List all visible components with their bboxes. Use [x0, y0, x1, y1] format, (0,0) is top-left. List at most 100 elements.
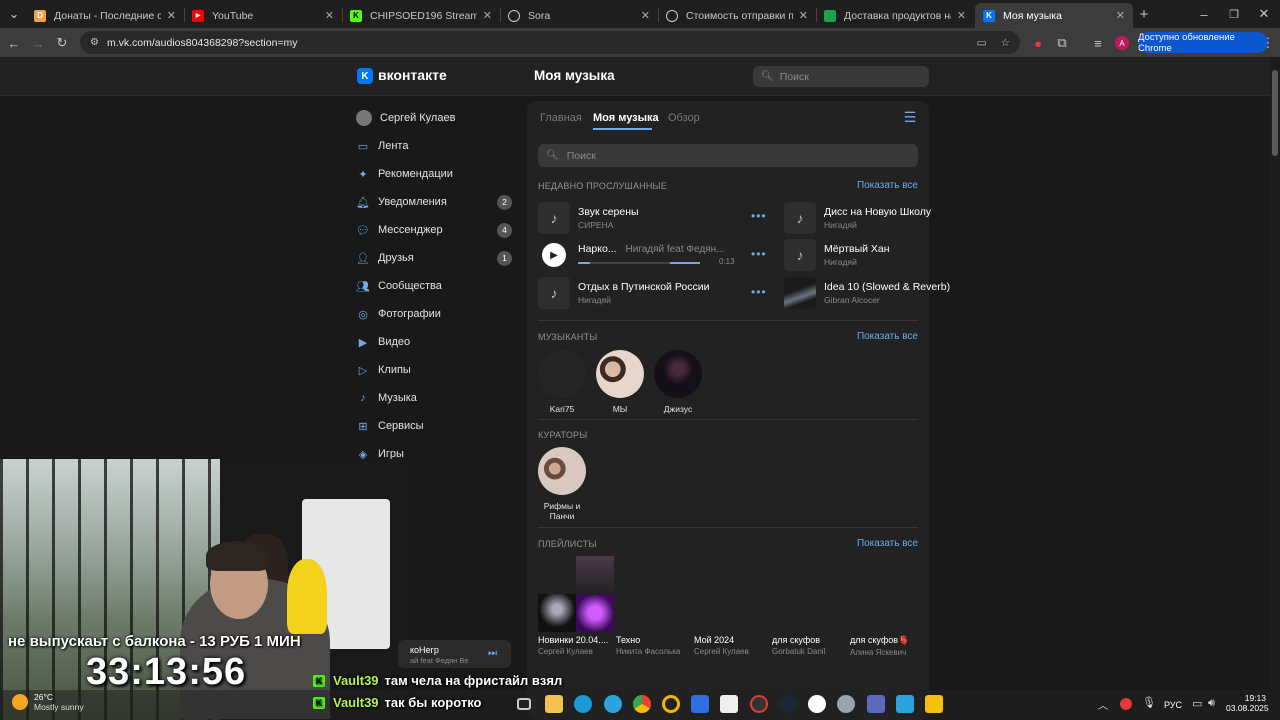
- artist-item[interactable]: МЫ: [596, 350, 644, 414]
- tab-my-music[interactable]: Моя музыка: [593, 112, 659, 124]
- browser-tab-4[interactable]: Стоимость отправки посылки ✕: [658, 3, 816, 28]
- sidebar-item-0[interactable]: ▭ Лента: [356, 135, 512, 157]
- chrome-menu-icon[interactable]: ⋮: [1260, 33, 1276, 53]
- show-all-recent-link[interactable]: Показать все: [857, 180, 918, 191]
- extension-red-icon[interactable]: ●: [1028, 33, 1048, 53]
- browser-tab-0[interactable]: D Донаты - Последние сообщен ✕: [26, 3, 184, 28]
- microphone-icon[interactable]: 🎙︎: [1142, 696, 1156, 709]
- track-row[interactable]: ♪ Отдых в Путинской России Нигадяй: [538, 276, 728, 310]
- sidebar-item-1[interactable]: ✦ Рекомендации: [356, 163, 512, 185]
- page-scrollbar-thumb[interactable]: [1272, 70, 1278, 156]
- sidebar-item-5[interactable]: 👥︎ Сообщества: [356, 275, 512, 297]
- file-explorer-icon[interactable]: [545, 695, 563, 713]
- close-tab-icon[interactable]: ✕: [799, 9, 808, 22]
- browser-tab-6[interactable]: K Моя музыка ✕: [975, 3, 1133, 28]
- charts-app-icon[interactable]: [691, 695, 709, 713]
- next-track-icon[interactable]: ⏭: [488, 648, 497, 659]
- browser-tab-5[interactable]: Доставка продуктов на дом, е ✕: [816, 3, 974, 28]
- minimize-window-icon[interactable]: –: [1194, 4, 1214, 24]
- vk-brand-name[interactable]: вконтакте: [378, 67, 447, 83]
- site-info-icon[interactable]: ⚙: [90, 37, 99, 48]
- close-tab-icon[interactable]: ✕: [325, 9, 334, 22]
- telegram-icon[interactable]: [604, 695, 622, 713]
- playlist-item[interactable]: Техно Никита Фасолька: [616, 556, 692, 656]
- chrome-update-button[interactable]: Доступно обновление Chrome: [1138, 32, 1268, 54]
- track-more-icon[interactable]: •••: [751, 247, 767, 261]
- close-tab-icon[interactable]: ✕: [167, 9, 176, 22]
- close-tab-icon[interactable]: ✕: [1116, 9, 1125, 22]
- artist-item[interactable]: Kari75: [538, 350, 586, 414]
- artist-item[interactable]: Джизус: [654, 350, 702, 414]
- playlist-item[interactable]: Новинки 20.04.... Сергей Кулаев: [538, 556, 614, 656]
- volume-icon[interactable]: 🔊︎: [1208, 697, 1215, 710]
- music-search-input[interactable]: 🔍︎ Поиск: [538, 144, 918, 167]
- bookmark-star-icon[interactable]: ☆: [1001, 37, 1010, 49]
- track-row[interactable]: ♪ Звук серены СИРЕНА: [538, 201, 728, 235]
- close-window-icon[interactable]: ✕: [1254, 4, 1274, 24]
- editor-app-icon[interactable]: [720, 695, 738, 713]
- network-icon[interactable]: ▭: [1192, 697, 1202, 710]
- sidebar-item-10[interactable]: ⊞ Сервисы: [356, 415, 512, 437]
- chrome-icon[interactable]: [633, 695, 651, 713]
- reload-icon[interactable]: ↻: [52, 33, 72, 53]
- app-yellow-icon[interactable]: [662, 695, 680, 713]
- new-tab-icon[interactable]: +: [1134, 4, 1154, 24]
- close-tab-icon[interactable]: ✕: [641, 9, 650, 22]
- weather-widget[interactable]: 26°C Mostly sunny: [12, 692, 84, 712]
- track-more-icon[interactable]: •••: [751, 285, 767, 299]
- tab-search-chevron-icon[interactable]: ⌄: [4, 4, 24, 24]
- sidebar-item-2[interactable]: 🔔︎ Уведомления 2: [356, 191, 512, 213]
- playlist-item[interactable]: для скуфов Gorbatuk Danil: [772, 556, 848, 656]
- tab-overview[interactable]: Обзор: [668, 112, 700, 124]
- show-all-artists-link[interactable]: Показать все: [857, 331, 918, 342]
- clock[interactable]: 19:13 03.08.2025: [1226, 693, 1269, 713]
- address-bar[interactable]: ⚙ m.vk.com/audios804368298?section=my ▭ …: [80, 31, 1020, 54]
- vk-logo-icon[interactable]: K: [357, 68, 373, 84]
- telegram-alt-icon[interactable]: [896, 695, 914, 713]
- close-tab-icon[interactable]: ✕: [483, 9, 492, 22]
- yandex-icon[interactable]: [808, 695, 826, 713]
- profile-avatar[interactable]: A: [1112, 33, 1132, 53]
- winamp-icon[interactable]: [925, 695, 943, 713]
- mini-player[interactable]: коНегр ай feat Федян Ве ⏭: [398, 640, 511, 668]
- cast-icon[interactable]: ▭: [977, 37, 987, 49]
- sidebar-item-8[interactable]: ▷ Клипы: [356, 359, 512, 381]
- volume-bar[interactable]: [670, 261, 700, 264]
- curator-item[interactable]: Рифмы и Панчи: [538, 447, 586, 521]
- sidebar-item-7[interactable]: ▶ Видео: [356, 331, 512, 353]
- track-row[interactable]: ♪ Мёртвый Хан Нигадяй: [784, 238, 961, 272]
- sidebar-item-4[interactable]: 👤︎ Друзья 1: [356, 247, 512, 269]
- playlist-item[interactable]: Мой 2024 Сергей Кулаев: [694, 556, 770, 656]
- track-row[interactable]: Idea 10 (Slowed & Reverb) Gibran Alcocer: [784, 276, 961, 310]
- header-search-input[interactable]: 🔍︎ Поиск: [753, 66, 929, 87]
- track-row[interactable]: ♪ Дисс на Новую Школу Нигадяй: [784, 201, 961, 235]
- sidebar-profile[interactable]: Сергей Кулаев: [356, 107, 512, 129]
- calculator-icon[interactable]: [867, 695, 885, 713]
- sidebar-item-3[interactable]: 💬︎ Мессенджер 4: [356, 219, 512, 241]
- track-row-playing[interactable]: ▶ Нарко... Нигадяй feat Федян... 0:13: [538, 238, 738, 272]
- extensions-puzzle-icon[interactable]: ⧉: [1052, 33, 1072, 53]
- browser-tab-3[interactable]: Sora ✕: [500, 3, 658, 28]
- restore-window-icon[interactable]: ❐: [1224, 4, 1244, 24]
- playlist-item[interactable]: для скуфов🫀 Алина Яскевич: [850, 556, 926, 657]
- playlist-menu-icon[interactable]: ☰: [901, 109, 919, 125]
- browser-tab-2[interactable]: K CHIPSOED196 Stream - Watch ✕: [342, 3, 500, 28]
- sidebar-item-9[interactable]: ♪ Музыка: [356, 387, 512, 409]
- tab-main[interactable]: Главная: [540, 112, 582, 124]
- sidebar-item-6[interactable]: ◎ Фотографии: [356, 303, 512, 325]
- track-more-icon[interactable]: •••: [751, 209, 767, 223]
- tray-app-icon[interactable]: [1120, 698, 1132, 710]
- steam-icon[interactable]: [779, 695, 797, 713]
- media-controls-icon[interactable]: ≡: [1088, 33, 1108, 53]
- show-all-playlists-link[interactable]: Показать все: [857, 538, 918, 549]
- recorder-icon[interactable]: [750, 695, 768, 713]
- settings-gear-icon[interactable]: [837, 695, 855, 713]
- edge-icon[interactable]: [574, 695, 592, 713]
- play-button[interactable]: ▶: [542, 243, 566, 267]
- language-indicator[interactable]: РУС: [1164, 700, 1182, 710]
- back-icon[interactable]: ←: [4, 33, 24, 53]
- close-tab-icon[interactable]: ✕: [957, 9, 966, 22]
- tray-chevron-icon[interactable]: ︿: [1098, 697, 1108, 712]
- browser-tab-1[interactable]: ▶ YouTube ✕: [184, 3, 342, 28]
- task-view-icon[interactable]: [517, 698, 531, 710]
